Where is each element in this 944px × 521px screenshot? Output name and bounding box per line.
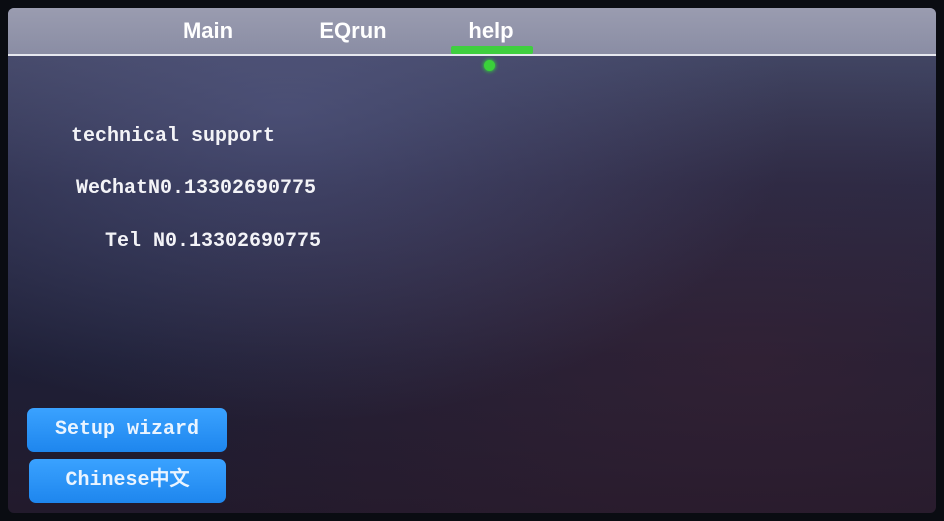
technical-support-heading: technical support xyxy=(71,125,276,148)
tel-label: Tel N0. xyxy=(105,230,190,253)
setup-wizard-button[interactable]: Setup wizard xyxy=(27,408,227,452)
wechat-number: 13302690775 xyxy=(184,177,317,200)
device-bezel: Main EQrun help technical support WeChat… xyxy=(0,0,944,521)
active-tab-dot-icon xyxy=(484,60,495,71)
wechat-label: WeChatN0. xyxy=(76,177,185,200)
tel-number: 13302690775 xyxy=(189,230,322,253)
tab-eqrun[interactable]: EQrun xyxy=(303,16,403,46)
active-tab-indicator xyxy=(451,46,533,54)
language-toggle-button[interactable]: Chinese中文 xyxy=(29,459,226,503)
tel-line: Tel N0.13302690775 xyxy=(105,230,321,253)
top-nav-bar: Main EQrun help xyxy=(8,8,936,54)
wechat-line: WeChatN0.13302690775 xyxy=(76,177,316,200)
nav-divider xyxy=(8,54,936,56)
touch-screen: Main EQrun help technical support WeChat… xyxy=(8,8,936,513)
tab-main[interactable]: Main xyxy=(168,16,248,46)
tab-help[interactable]: help xyxy=(451,16,531,46)
